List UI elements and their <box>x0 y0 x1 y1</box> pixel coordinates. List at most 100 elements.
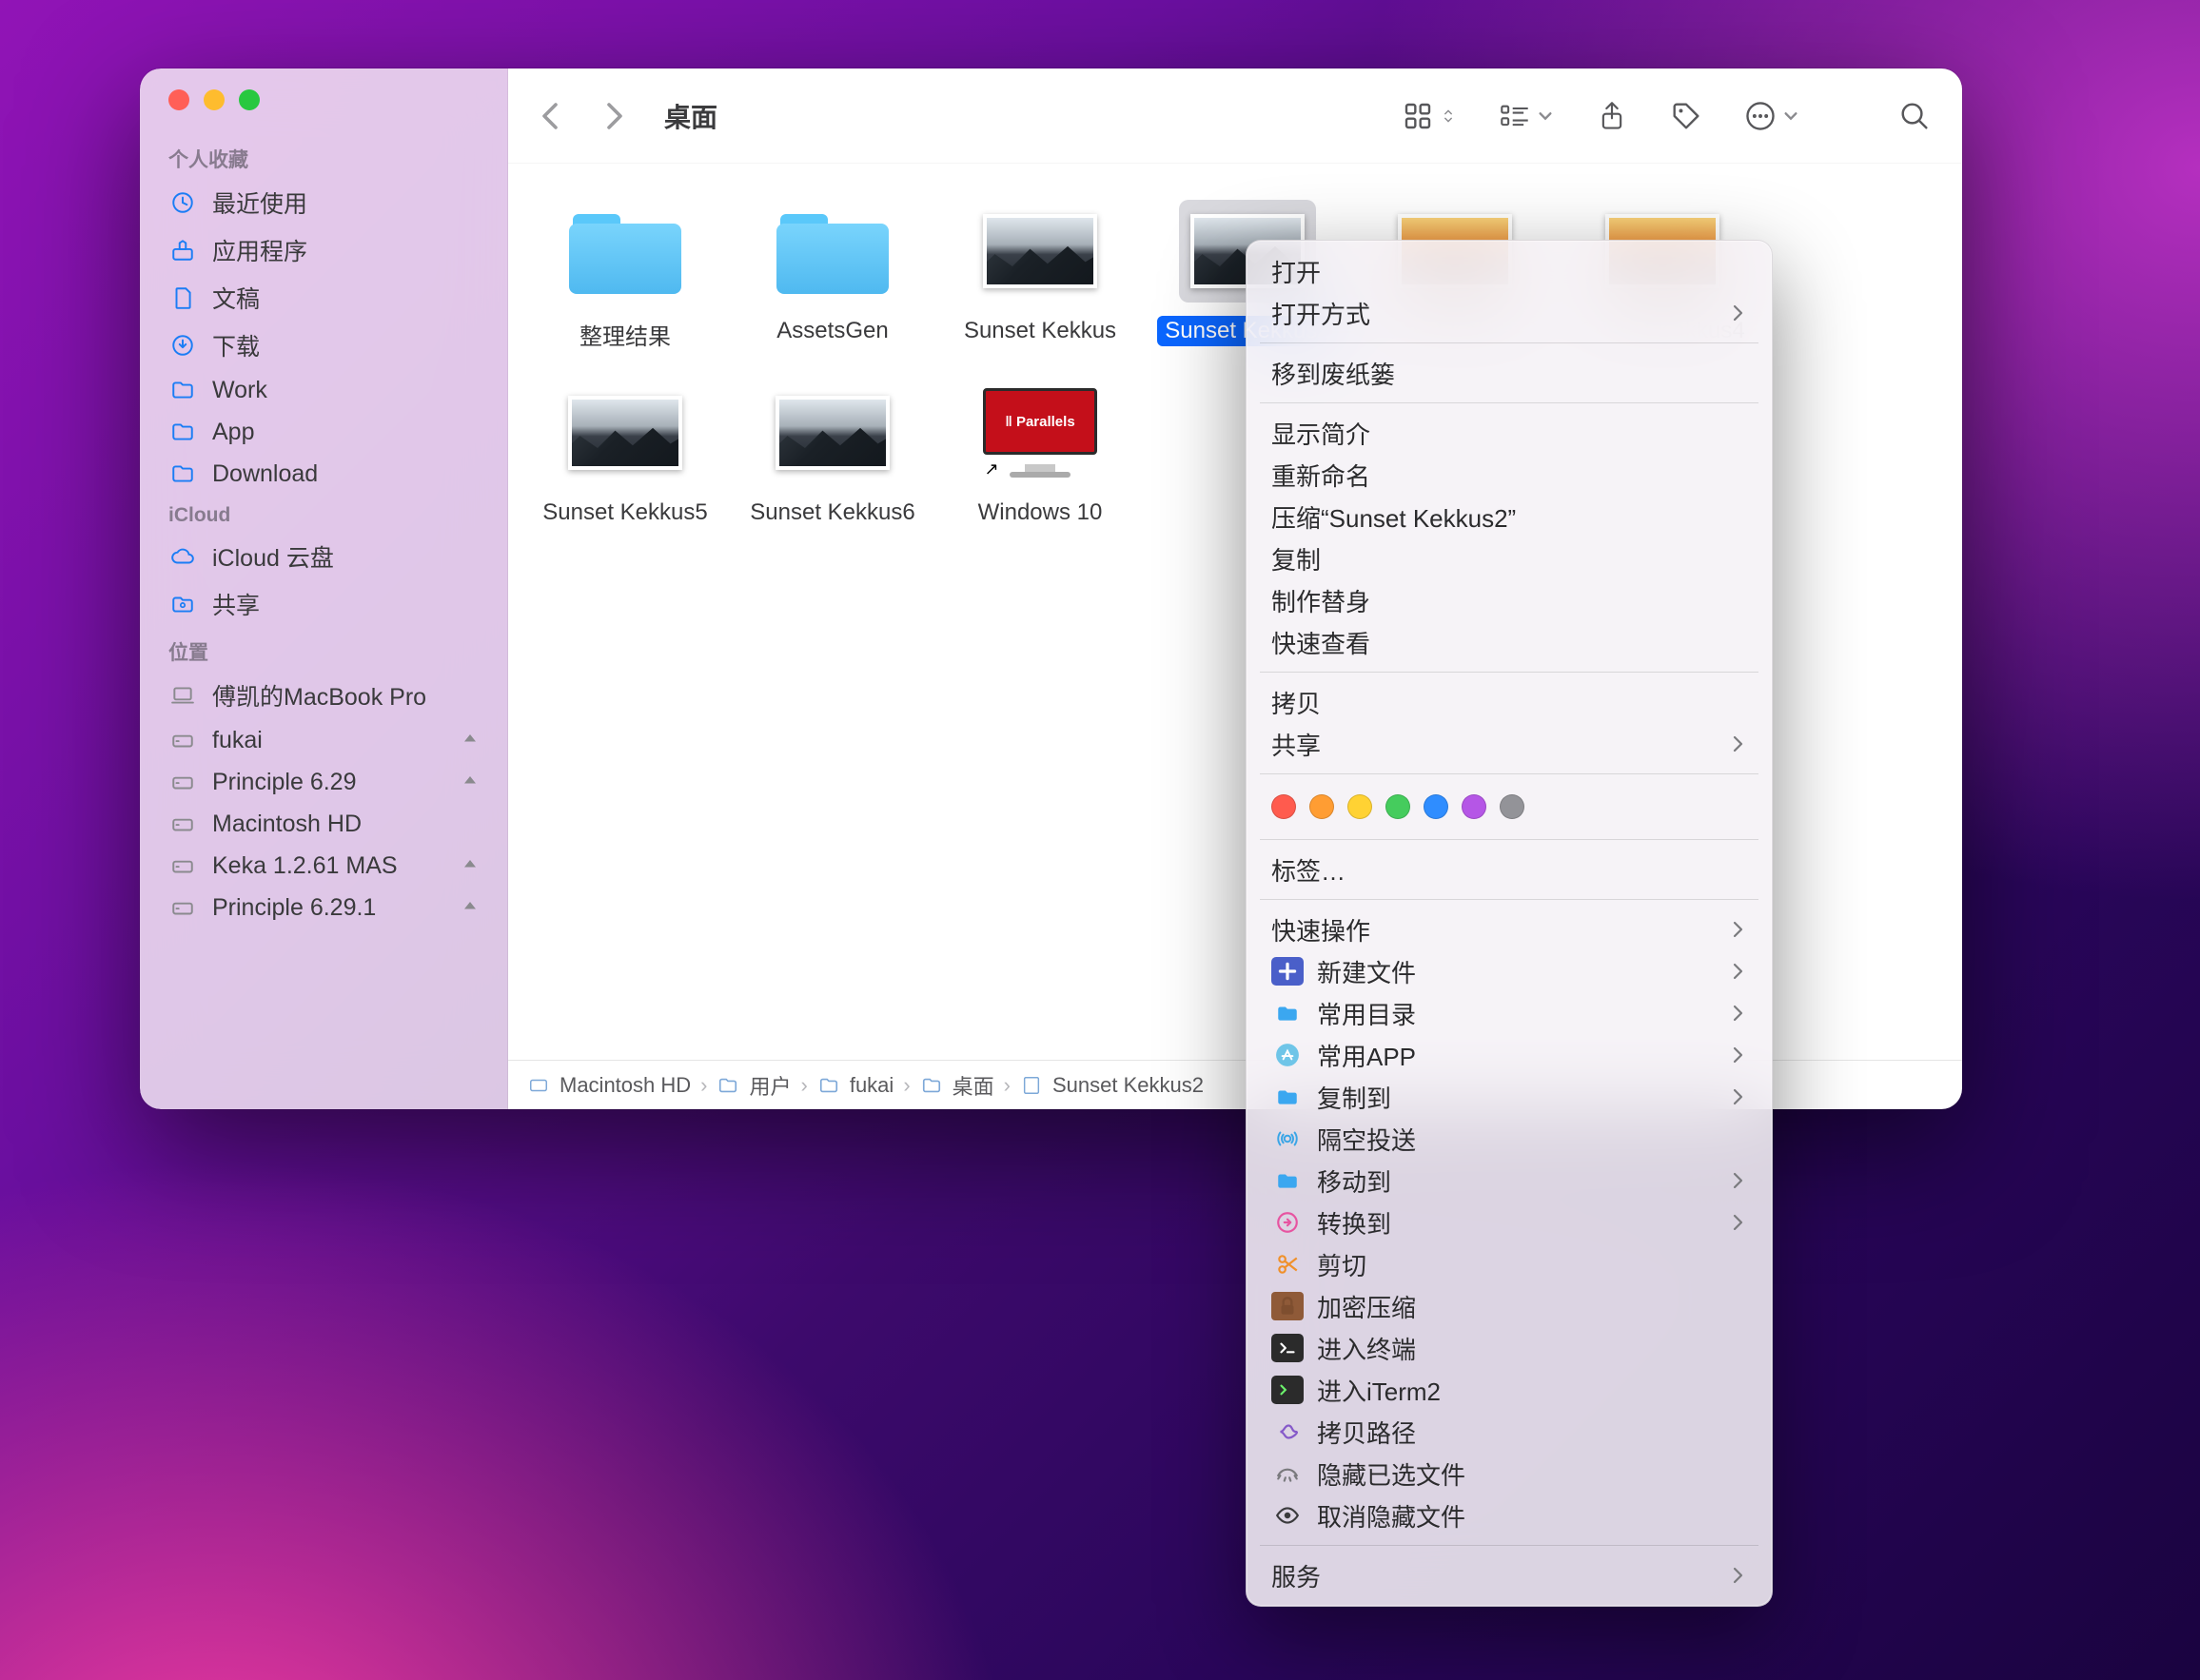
menu-item[interactable]: 标签… <box>1247 849 1772 890</box>
back-button[interactable] <box>527 93 573 139</box>
menu-separator <box>1260 342 1758 343</box>
disk-icon <box>168 893 197 922</box>
menu-item-label: 新建文件 <box>1317 954 1730 989</box>
tag-color[interactable] <box>1271 794 1296 819</box>
menu-item[interactable]: 压缩“Sunset Kekkus2” <box>1247 496 1772 537</box>
eject-icon[interactable] <box>462 732 479 749</box>
folder-icon <box>168 459 197 488</box>
menu-item[interactable]: 复制 <box>1247 537 1772 579</box>
path-separator: › <box>903 1073 910 1098</box>
eject-icon[interactable] <box>462 857 479 874</box>
file-item[interactable]: AssetsGen <box>729 192 936 374</box>
sidebar-item[interactable]: 最近使用 <box>140 179 507 226</box>
disk-icon <box>168 851 197 880</box>
path-segment[interactable]: fukai <box>850 1073 894 1098</box>
sidebar-item[interactable]: 傅凯的MacBook Pro <box>140 672 507 719</box>
tag-color[interactable] <box>1500 794 1524 819</box>
menu-item[interactable]: 移到废纸篓 <box>1247 352 1772 394</box>
file-item[interactable]: Sunset Kekkus <box>936 192 1144 374</box>
sidebar-item[interactable]: App <box>140 411 507 453</box>
scissors-icon <box>1271 1250 1304 1279</box>
fullscreen-button[interactable] <box>239 89 260 110</box>
tag-color[interactable] <box>1347 794 1372 819</box>
menu-item[interactable]: 快速操作 <box>1247 908 1772 950</box>
menu-item[interactable]: 复制到 <box>1247 1076 1772 1118</box>
menu-item[interactable]: 隔空投送 <box>1247 1118 1772 1160</box>
tag-color[interactable] <box>1424 794 1448 819</box>
sidebar-item[interactable]: 下载 <box>140 322 507 369</box>
menu-item-label: 加密压缩 <box>1317 1289 1745 1324</box>
tag-color[interactable] <box>1462 794 1486 819</box>
path-segment[interactable]: Macintosh HD <box>560 1073 691 1098</box>
sidebar-item[interactable]: Principle 6.29.1 <box>140 887 507 928</box>
tag-color[interactable] <box>1309 794 1334 819</box>
menu-item[interactable]: 剪切 <box>1247 1243 1772 1285</box>
view-mode-button[interactable] <box>1403 93 1456 139</box>
menu-item[interactable]: 进入终端 <box>1247 1327 1772 1369</box>
file-item[interactable]: ‖ Parallels↗ Windows 10 <box>936 374 1144 549</box>
sidebar-item[interactable]: fukai <box>140 719 507 761</box>
eject-icon[interactable] <box>462 773 479 791</box>
menu-item[interactable]: 共享 <box>1247 723 1772 765</box>
menu-item[interactable]: 打开方式 <box>1247 292 1772 334</box>
sidebar-item[interactable]: Work <box>140 369 507 411</box>
share-button[interactable] <box>1597 93 1627 139</box>
folder-icon <box>168 376 197 404</box>
menu-item[interactable]: 快速查看 <box>1247 621 1772 663</box>
path-segment[interactable]: Sunset Kekkus2 <box>1052 1073 1204 1098</box>
menu-item[interactable]: 转换到 <box>1247 1201 1772 1243</box>
menu-item[interactable]: 打开 <box>1247 250 1772 292</box>
menu-item-label: 打开方式 <box>1271 296 1730 331</box>
action-button[interactable] <box>1745 93 1798 139</box>
menu-item[interactable]: 显示简介 <box>1247 412 1772 454</box>
menu-item[interactable]: 加密压缩 <box>1247 1285 1772 1327</box>
file-item[interactable]: Sunset Kekkus6 <box>729 374 936 549</box>
path-segment[interactable]: 用户 <box>749 1070 791 1101</box>
menu-item-label: 进入iTerm2 <box>1317 1373 1745 1408</box>
sidebar-item[interactable]: 文稿 <box>140 274 507 322</box>
menu-item[interactable]: 重新命名 <box>1247 454 1772 496</box>
tags-button[interactable] <box>1671 93 1701 139</box>
file-item[interactable]: 整理结果 <box>521 192 729 374</box>
sidebar-item[interactable]: Principle 6.29 <box>140 761 507 803</box>
path-separator: › <box>801 1073 808 1098</box>
menu-item[interactable]: 新建文件 <box>1247 950 1772 992</box>
tag-color[interactable] <box>1385 794 1410 819</box>
sidebar-item-label: 应用程序 <box>212 233 307 267</box>
sidebar-item[interactable]: iCloud 云盘 <box>140 533 507 580</box>
menu-item[interactable]: 常用APP <box>1247 1034 1772 1076</box>
menu-item[interactable]: 移动到 <box>1247 1160 1772 1201</box>
minimize-button[interactable] <box>204 89 225 110</box>
menu-item[interactable]: 拷贝路径 <box>1247 1411 1772 1453</box>
menu-item[interactable]: 服务 <box>1247 1554 1772 1596</box>
menu-item[interactable]: 取消隐藏文件 <box>1247 1494 1772 1536</box>
menu-item[interactable]: 常用目录 <box>1247 992 1772 1034</box>
eject-icon[interactable] <box>462 899 479 916</box>
hide-icon <box>1271 1459 1304 1488</box>
menu-item[interactable]: 拷贝 <box>1247 681 1772 723</box>
file-item[interactable]: Sunset Kekkus5 <box>521 374 729 549</box>
sidebar: 个人收藏 最近使用 应用程序 文稿 下载 Work App Downloa <box>140 68 508 1109</box>
path-icon <box>717 1074 739 1097</box>
group-button[interactable] <box>1500 93 1553 139</box>
sidebar-item[interactable]: Macintosh HD <box>140 803 507 845</box>
sidebar-item-label: Principle 6.29 <box>212 769 356 796</box>
menu-item[interactable]: 进入iTerm2 <box>1247 1369 1772 1411</box>
sidebar-item[interactable]: 应用程序 <box>140 226 507 274</box>
sidebar-item[interactable]: Keka 1.2.61 MAS <box>140 845 507 887</box>
search-button[interactable] <box>1899 93 1930 139</box>
path-segment[interactable]: 桌面 <box>953 1070 994 1101</box>
sidebar-item-label: 文稿 <box>212 281 260 315</box>
menu-item-label: 移到废纸篓 <box>1271 356 1745 391</box>
file-label: 整理结果 <box>572 316 678 353</box>
forward-button[interactable] <box>592 93 638 139</box>
close-button[interactable] <box>168 89 189 110</box>
folder-icon <box>168 418 197 446</box>
path-icon <box>527 1074 550 1097</box>
menu-item[interactable]: 制作替身 <box>1247 579 1772 621</box>
sidebar-item[interactable]: 共享 <box>140 580 507 628</box>
menu-item[interactable]: 隐藏已选文件 <box>1247 1453 1772 1494</box>
folder-icon <box>1271 1166 1304 1195</box>
sidebar-item[interactable]: Download <box>140 453 507 495</box>
apps-icon <box>168 236 197 264</box>
